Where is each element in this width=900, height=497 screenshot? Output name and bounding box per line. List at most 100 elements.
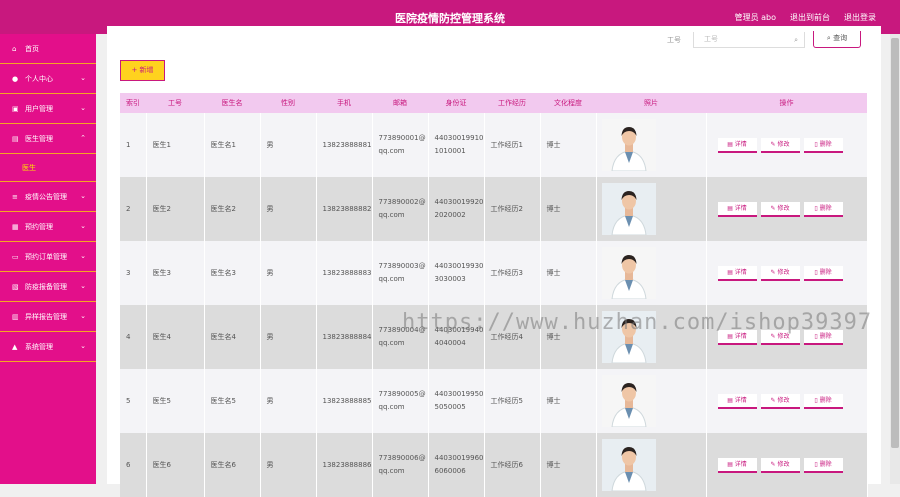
chevron-down-icon: ⌄ (80, 282, 86, 290)
sidebar-item-doctors[interactable]: ▤ 医生管理 ⌃ (0, 124, 96, 154)
detail-button[interactable]: ▤ 详情 (717, 457, 757, 473)
doctor-photo (601, 183, 656, 235)
edit-button[interactable]: ✎ 修改 (760, 137, 800, 153)
cell-experience: 工作经历5 (484, 369, 541, 433)
sidebar-item-appointments[interactable]: ▦ 预约管理 ⌄ (0, 212, 96, 242)
doctor-avatar-icon (601, 183, 656, 235)
cell-name: 医生名2 (204, 177, 261, 241)
scrollbar[interactable] (890, 34, 900, 484)
chevron-down-icon: ⌄ (80, 74, 86, 82)
cell-education: 博士 (540, 113, 597, 177)
cell-index: 1 (120, 113, 147, 177)
search-label: 工号 (667, 35, 681, 44)
chevron-down-icon: ⌄ (80, 192, 86, 200)
detail-button[interactable]: ▤ 详情 (717, 137, 757, 153)
cell-name: 医生名5 (204, 369, 261, 433)
row-actions: ▤ 详情 ✎ 修改 ▯ 删除 (713, 393, 867, 409)
doctor-avatar-icon (601, 119, 656, 171)
edit-button[interactable]: ✎ 修改 (760, 201, 800, 217)
cell-id: 医生1 (146, 113, 205, 177)
delete-button[interactable]: ▯ 删除 (803, 137, 843, 153)
cell-idcard: 440300199202020002 (428, 177, 485, 241)
edit-button[interactable]: ✎ 修改 (760, 457, 800, 473)
cell-gender: 男 (260, 113, 317, 177)
cell-experience: 工作经历6 (484, 433, 541, 497)
cell-id: 医生3 (146, 241, 205, 305)
cell-index: 6 (120, 433, 147, 497)
cell-name: 医生名1 (204, 113, 261, 177)
cell-index: 4 (120, 305, 147, 369)
cell-idcard: 440300199101010001 (428, 113, 485, 177)
cell-email: 773890006@qq.com (372, 433, 429, 497)
query-button[interactable]: ⌕ 查询 (813, 31, 861, 48)
sidebar-item-label: 防疫报备管理 (25, 282, 67, 291)
detail-label: 详情 (734, 460, 747, 468)
detail-icon: ▤ (727, 460, 735, 468)
scrollbar-thumb[interactable] (891, 38, 899, 448)
delete-label: 删除 (819, 204, 832, 212)
users-icon: ▣ (12, 104, 19, 113)
sidebar-subitem-doctor[interactable]: 医生 (0, 154, 96, 182)
search-input[interactable]: 工号 ⌕ (693, 31, 805, 48)
column-header: 邮箱 (393, 99, 407, 107)
sidebar-item-orders[interactable]: ▭ 预约订单管理 ⌄ (0, 242, 96, 272)
cell-photo (596, 113, 707, 177)
user-area: 管理员 abo 退出到前台 退出登录 (735, 12, 876, 23)
cell-index: 3 (120, 241, 147, 305)
edit-button[interactable]: ✎ 修改 (760, 393, 800, 409)
delete-button[interactable]: ▯ 删除 (803, 457, 843, 473)
cell-education: 博士 (540, 177, 597, 241)
column-header: 照片 (644, 99, 658, 107)
order-icon: ▭ (12, 252, 19, 261)
chevron-down-icon: ⌄ (80, 312, 86, 320)
sidebar-item-abnormal[interactable]: ▥ 异样报告管理 ⌄ (0, 302, 96, 332)
doctor-avatar-icon (601, 375, 656, 427)
cell-idcard: 440300199303030003 (428, 241, 485, 305)
search-placeholder: 工号 (704, 34, 718, 43)
delete-label: 删除 (819, 268, 832, 276)
edit-label: 修改 (777, 268, 790, 276)
sidebar-item-reports[interactable]: ▧ 防疫报备管理 ⌄ (0, 272, 96, 302)
detail-button[interactable]: ▤ 详情 (717, 393, 757, 409)
sidebar-item-label: 用户管理 (25, 104, 53, 113)
sidebar-item-profile[interactable]: ● 个人中心 ⌄ (0, 64, 96, 94)
chevron-down-icon: ⌄ (80, 104, 86, 112)
column-header: 身份证 (445, 99, 467, 107)
cell-photo (596, 241, 707, 305)
edit-button[interactable]: ✎ 修改 (760, 265, 800, 281)
edit-label: 修改 (777, 460, 790, 468)
column-header: 工作经历 (498, 99, 526, 107)
cell-id: 医生4 (146, 305, 205, 369)
exit-to-frontend-link[interactable]: 退出到前台 (790, 12, 830, 23)
cell-experience: 工作经历3 (484, 241, 541, 305)
row-actions: ▤ 详情 ✎ 修改 ▯ 删除 (713, 137, 867, 153)
cell-experience: 工作经历1 (484, 113, 541, 177)
add-button[interactable]: + 新增 (120, 60, 165, 81)
sidebar-item-label: 医生管理 (25, 134, 53, 143)
delete-button[interactable]: ▯ 删除 (803, 265, 843, 281)
watermark-text: https://www.huzhan.com/ishop39397 (402, 310, 873, 335)
cell-gender: 男 (260, 433, 317, 497)
sidebar-item-home[interactable]: ⌂ 首页 (0, 34, 96, 64)
cell-gender: 男 (260, 369, 317, 433)
detail-button[interactable]: ▤ 详情 (717, 201, 757, 217)
sidebar-item-system[interactable]: ▲ 系统管理 ⌄ (0, 332, 96, 362)
delete-button[interactable]: ▯ 删除 (803, 393, 843, 409)
cell-email: 773890002@qq.com (372, 177, 429, 241)
alert-icon: ▥ (12, 312, 19, 321)
column-header: 索引 (126, 99, 140, 107)
calendar-icon: ▦ (12, 222, 19, 231)
sidebar-item-users[interactable]: ▣ 用户管理 ⌄ (0, 94, 96, 124)
delete-button[interactable]: ▯ 删除 (803, 201, 843, 217)
row-actions: ▤ 详情 ✎ 修改 ▯ 删除 (713, 265, 867, 281)
detail-button[interactable]: ▤ 详情 (717, 265, 757, 281)
detail-label: 详情 (734, 204, 747, 212)
row-actions: ▤ 详情 ✎ 修改 ▯ 删除 (713, 201, 867, 217)
logout-link[interactable]: 退出登录 (844, 12, 876, 23)
sidebar-item-label: 首页 (25, 44, 39, 53)
cell-photo (596, 177, 707, 241)
table-row: 6 医生6 医生名6 男 13823888886 773890006@qq.com 4403… (120, 433, 868, 497)
column-header: 手机 (337, 99, 351, 107)
sidebar-item-notices[interactable]: ≡ 疫情公告管理 ⌄ (0, 182, 96, 212)
detail-icon: ▤ (727, 204, 735, 212)
